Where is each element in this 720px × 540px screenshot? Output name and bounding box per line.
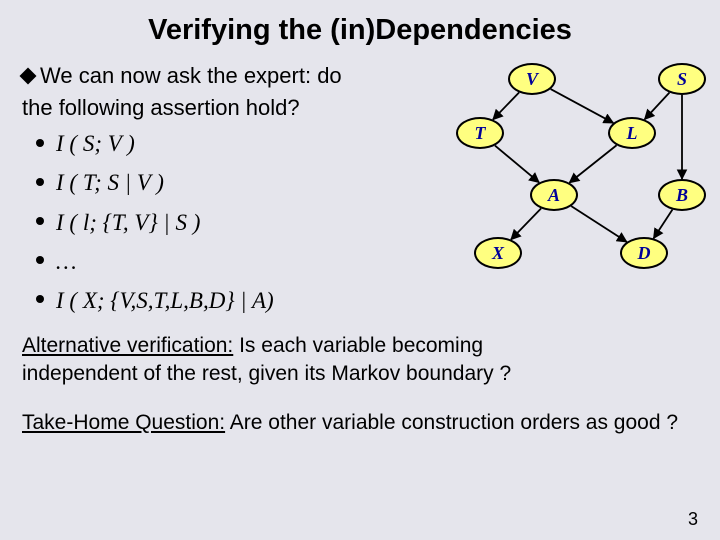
slide-title: Verifying the (in)Dependencies <box>22 14 698 47</box>
diamond-bullet-icon <box>20 68 37 85</box>
left-column: We can now ask the expert: do the follow… <box>22 61 402 320</box>
take-home-question: Take-Home Question: Are other variable c… <box>22 411 698 435</box>
node-l: L <box>608 117 656 149</box>
takehome-rest: Are other variable construction orders a… <box>225 411 678 434</box>
takehome-label: Take-Home Question: <box>22 411 225 434</box>
alternative-verification: Alternative verification: Is each variab… <box>22 332 698 389</box>
assertion-item: I ( T; S | V ) <box>56 163 402 202</box>
lead-line-2: the following assertion hold? <box>22 93 402 123</box>
content-row: We can now ask the expert: do the follow… <box>22 61 698 320</box>
node-v: V <box>508 63 556 95</box>
assertion-list: I ( S; V ) I ( T; S | V ) I ( l; {T, V} … <box>22 124 402 319</box>
node-d: D <box>620 237 668 269</box>
alt-line2: independent of the rest, given its Marko… <box>22 362 511 385</box>
alt-line1-rest: Is each variable becoming <box>233 334 483 357</box>
page-number: 3 <box>688 509 698 530</box>
node-a: A <box>530 179 578 211</box>
bayes-net-graph: V S T L A B X D <box>410 63 698 293</box>
node-s: S <box>658 63 706 95</box>
assertion-item: I ( l; {T, V} | S ) <box>56 203 402 242</box>
alt-label: Alternative verification: <box>22 334 233 357</box>
node-t: T <box>456 117 504 149</box>
node-b: B <box>658 179 706 211</box>
lead-prefix: We <box>40 63 73 88</box>
assertion-item: … <box>56 242 402 281</box>
assertion-item: I ( S; V ) <box>56 124 402 163</box>
assertion-item: I ( X; {V,S,T,L,B,D} | A) <box>56 281 402 320</box>
lead-rest1: can now ask the expert: do <box>73 63 342 88</box>
lead-line-1: We can now ask the expert: do <box>22 61 402 91</box>
node-x: X <box>474 237 522 269</box>
